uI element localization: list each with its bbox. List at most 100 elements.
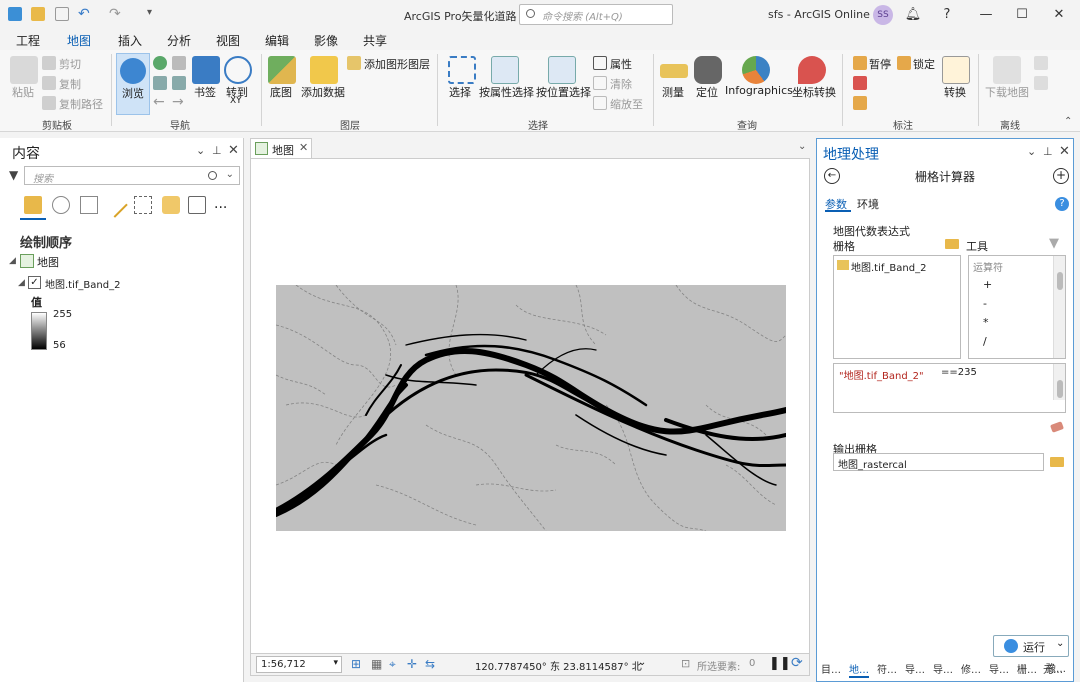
download-map-button[interactable]: 下载地图 xyxy=(985,84,1029,100)
collapse-ribbon-icon[interactable]: ⌃ xyxy=(1064,116,1072,127)
basemap-icon[interactable] xyxy=(268,56,296,84)
expression-scrollbar[interactable] xyxy=(1053,364,1065,400)
bottom-tab-10[interactable]: 豫… xyxy=(1046,660,1066,675)
add-graphics-layer-icon[interactable] xyxy=(347,56,361,70)
close-pane-icon[interactable]: ✕ xyxy=(228,143,239,158)
copy-icon[interactable] xyxy=(42,76,56,90)
account-label[interactable]: sfs - ArcGIS Online xyxy=(768,8,870,21)
zoom-in-icon[interactable] xyxy=(153,76,167,90)
map-view-tab[interactable]: 地图 ✕ xyxy=(250,138,312,158)
bottom-tab-4[interactable]: 导… xyxy=(905,661,925,676)
close-pane-icon[interactable]: ✕ xyxy=(1059,144,1070,159)
label-priority-icon[interactable] xyxy=(853,96,867,110)
pause-labeling-icon[interactable] xyxy=(853,56,867,70)
map-tree-item[interactable]: 地图 xyxy=(37,254,59,270)
new-project-icon[interactable] xyxy=(8,7,22,21)
add-tool-icon[interactable]: + xyxy=(1053,168,1069,184)
clear-selection-icon[interactable] xyxy=(593,76,607,90)
command-search-input[interactable]: 命令搜索 (Alt+Q) xyxy=(519,4,673,25)
lock-labeling-button[interactable]: 锁定 xyxy=(913,56,935,72)
tab-environments[interactable]: 环境 xyxy=(857,196,879,212)
attributes-icon[interactable] xyxy=(593,56,607,70)
pin-icon[interactable]: ⊥ xyxy=(1043,145,1053,158)
locate-icon[interactable] xyxy=(694,56,722,84)
refresh-icon[interactable]: ⟳ xyxy=(791,655,803,671)
tab-edit[interactable]: 编辑 xyxy=(265,32,289,49)
pin-icon[interactable]: ⊥ xyxy=(212,144,222,157)
paste-icon[interactable] xyxy=(10,56,38,84)
grid-icon[interactable]: ▦ xyxy=(371,657,382,671)
undo-icon[interactable]: ↶ xyxy=(78,6,90,22)
back-arrow-icon[interactable]: ← xyxy=(824,168,840,184)
full-extent-icon[interactable] xyxy=(153,56,167,70)
infographics-icon[interactable] xyxy=(742,56,770,84)
add-graphics-layer-button[interactable]: 添加图形图层 xyxy=(364,56,430,72)
paste-button[interactable]: 粘贴 xyxy=(12,84,34,100)
convert-labels-button[interactable]: 转换 xyxy=(944,84,966,100)
infographics-button[interactable]: Infographics xyxy=(725,84,793,97)
raster-list-item[interactable]: 地图.tif_Band_2 xyxy=(851,259,926,274)
sync-icon[interactable] xyxy=(1034,56,1048,70)
maximize-button[interactable]: ☐ xyxy=(1012,5,1032,25)
list-by-labeling-icon[interactable] xyxy=(162,196,180,214)
chevron-down-icon[interactable]: ⌄ xyxy=(226,169,234,180)
add-data-button[interactable]: 添加数据 xyxy=(301,84,345,100)
basemap-button[interactable]: 底图 xyxy=(270,84,292,100)
tab-project[interactable]: 工程 xyxy=(16,32,40,49)
bottom-tab-geoprocessing[interactable]: 地… xyxy=(849,661,869,678)
zoom-to-selection-icon[interactable] xyxy=(593,96,607,110)
help-icon[interactable]: ? xyxy=(1055,197,1069,211)
notification-bell-icon[interactable]: 🔔︎ xyxy=(903,5,923,25)
operator-minus[interactable]: - xyxy=(983,297,987,310)
list-by-editing-icon[interactable] xyxy=(102,192,128,218)
pause-labeling-button[interactable]: 暂停 xyxy=(869,56,891,72)
output-raster-input[interactable]: 地图_rastercal xyxy=(833,453,1044,471)
fixed-scale-icon[interactable]: ⊞ xyxy=(351,657,361,671)
clear-expression-icon[interactable] xyxy=(1049,421,1065,433)
zoom-to-selection-button[interactable]: 缩放至 xyxy=(610,96,643,112)
operator-plus[interactable]: + xyxy=(983,278,992,291)
bottom-tab-7[interactable]: 导… xyxy=(989,661,1009,676)
select-button[interactable]: 选择 xyxy=(449,84,471,100)
copy-button[interactable]: 复制 xyxy=(59,76,81,92)
map-canvas[interactable] xyxy=(250,158,810,654)
expand-map-icon[interactable]: ◢ xyxy=(9,256,16,266)
remove-offline-icon[interactable] xyxy=(1034,76,1048,90)
bottom-tab-6[interactable]: 修… xyxy=(961,661,981,676)
layer-visibility-checkbox[interactable]: ✓ xyxy=(28,276,41,289)
avatar[interactable]: SS xyxy=(873,5,893,25)
snapping-icon[interactable]: ⌖ xyxy=(389,657,396,672)
list-by-snapping-icon[interactable] xyxy=(134,196,152,214)
tab-analysis[interactable]: 分析 xyxy=(167,32,191,49)
cut-button[interactable]: 剪切 xyxy=(59,56,81,72)
bottom-tab-5[interactable]: 导… xyxy=(933,661,953,676)
locate-button[interactable]: 定位 xyxy=(696,84,718,100)
operator-divide[interactable]: / xyxy=(983,335,987,348)
minimize-button[interactable]: — xyxy=(976,5,996,25)
expand-layer-icon[interactable]: ◢ xyxy=(18,278,25,288)
bottom-tab-8[interactable]: 栅… xyxy=(1017,661,1037,676)
next-extent-icon[interactable]: → xyxy=(172,94,184,110)
constraint-icon[interactable]: ✛ xyxy=(407,657,417,671)
unplaced-labels-icon[interactable] xyxy=(853,76,867,90)
correction-icon[interactable]: ⇆ xyxy=(425,657,435,671)
tab-list-chevron-icon[interactable]: ⌄ xyxy=(798,141,806,152)
select-icon[interactable] xyxy=(448,56,476,84)
copy-path-icon[interactable] xyxy=(42,96,56,110)
bottom-tab-catalog[interactable]: 目… xyxy=(821,661,841,676)
goto-xy-icon[interactable] xyxy=(224,56,252,84)
redo-icon[interactable]: ↷ xyxy=(109,6,121,22)
select-by-attributes-button[interactable]: 按属性选择 xyxy=(479,84,534,100)
select-by-location-icon[interactable] xyxy=(548,56,576,84)
filter-icon[interactable]: ▼ xyxy=(1049,236,1059,251)
browse-folder-icon[interactable] xyxy=(1050,457,1064,467)
list-by-source-icon[interactable] xyxy=(52,196,70,214)
operator-multiply[interactable]: * xyxy=(983,316,989,329)
expression-input[interactable]: "地图.tif_Band_2" ==235 xyxy=(833,363,1066,413)
select-by-attributes-icon[interactable] xyxy=(491,56,519,84)
tab-imagery[interactable]: 影像 xyxy=(314,32,338,49)
coordinate-conversion-button[interactable]: 坐标转换 xyxy=(792,84,836,100)
layer-tree-item[interactable]: 地图.tif_Band_2 xyxy=(45,276,120,291)
open-folder-icon[interactable] xyxy=(31,7,45,21)
select-by-location-button[interactable]: 按位置选择 xyxy=(536,84,591,100)
